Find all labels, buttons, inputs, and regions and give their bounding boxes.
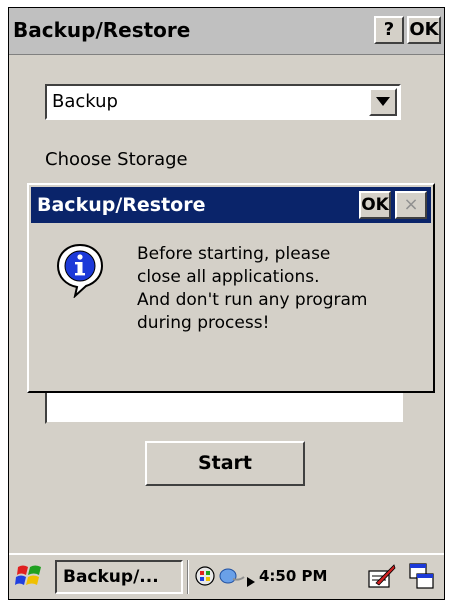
info-icon bbox=[55, 242, 105, 302]
help-button[interactable]: ? bbox=[374, 16, 404, 44]
start-button[interactable]: Start bbox=[145, 441, 305, 486]
dropdown-arrow-button[interactable] bbox=[369, 88, 397, 116]
window-title: Backup/Restore bbox=[13, 18, 191, 42]
input-panel-icon[interactable] bbox=[368, 563, 396, 593]
tray-expand-icon[interactable] bbox=[247, 572, 255, 591]
dialog-title-bar: Backup/Restore OK × bbox=[31, 187, 431, 223]
network-icon[interactable] bbox=[195, 566, 215, 590]
start-flag-icon[interactable] bbox=[15, 563, 45, 593]
switch-window-icon[interactable] bbox=[409, 563, 435, 595]
dialog-message: Before starting, please close all applic… bbox=[137, 243, 427, 335]
dialog-message-line: during process! bbox=[137, 313, 270, 333]
dialog-message-line: Before starting, please bbox=[137, 244, 331, 264]
choose-storage-label: Choose Storage bbox=[45, 149, 188, 170]
mode-dropdown-value: Backup bbox=[52, 91, 118, 112]
storage-path-field[interactable] bbox=[45, 390, 405, 424]
tray-separator bbox=[187, 560, 189, 594]
info-dialog: Backup/Restore OK × Before starting, ple… bbox=[27, 183, 435, 393]
ok-button[interactable]: OK bbox=[407, 16, 441, 44]
taskbar-app-button[interactable]: Backup/... bbox=[55, 560, 183, 594]
app-window: Backup/Restore ? OK Backup Choose Storag… bbox=[8, 7, 445, 600]
title-bar: Backup/Restore ? OK bbox=[9, 8, 444, 55]
mode-dropdown[interactable]: Backup bbox=[45, 84, 401, 120]
connection-icon[interactable] bbox=[219, 567, 245, 589]
dialog-ok-button[interactable]: OK bbox=[359, 191, 391, 219]
dialog-message-line: close all applications. bbox=[137, 267, 320, 287]
dialog-close-button[interactable]: × bbox=[395, 191, 427, 219]
clock[interactable]: 4:50 PM bbox=[259, 567, 327, 585]
dialog-message-line: And don't run any program bbox=[137, 290, 368, 310]
dialog-title: Backup/Restore bbox=[37, 194, 206, 216]
chevron-down-icon bbox=[376, 97, 390, 106]
taskbar: Backup/... 4:50 PM bbox=[9, 553, 444, 599]
